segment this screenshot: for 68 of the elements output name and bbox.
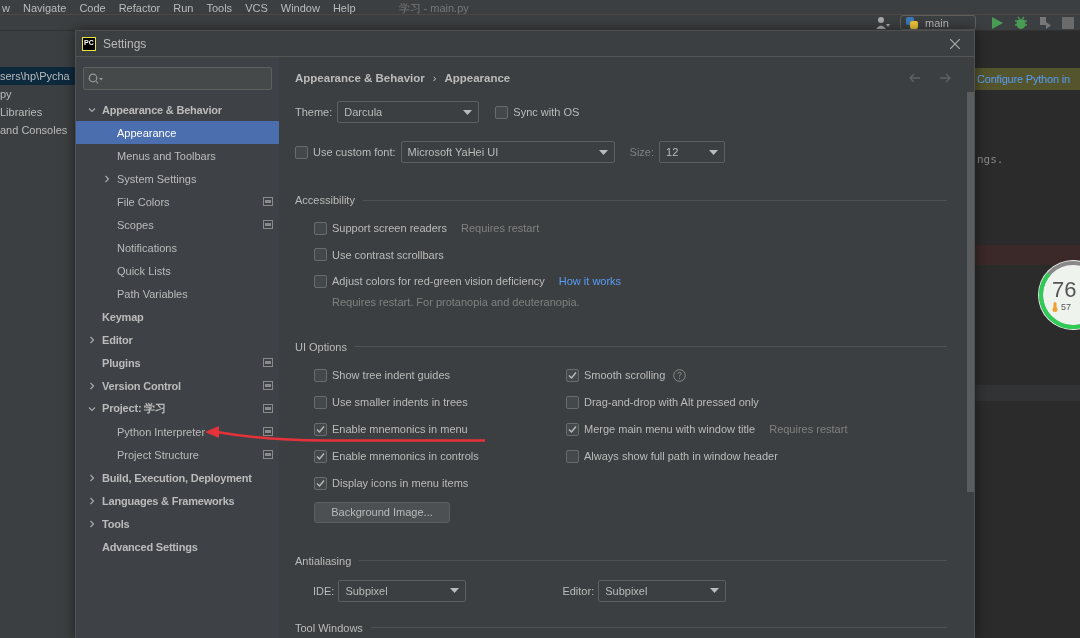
breadcrumb-separator: ›: [432, 72, 437, 84]
tree-item[interactable]: Menus and Toolbars: [76, 144, 279, 167]
tree-item[interactable]: Languages & Frameworks: [76, 489, 279, 512]
option-label: Display icons in menu items: [332, 477, 469, 489]
section-title: Tool Windows: [295, 621, 363, 634]
editor-label: Editor:: [562, 584, 595, 597]
tree-item[interactable]: Appearance & Behavior: [76, 98, 279, 121]
option-label: Merge main menu with window title: [584, 423, 756, 435]
menu-item[interactable]: Navigate: [22, 2, 67, 14]
theme-label: Theme:: [295, 106, 333, 118]
tree-item[interactable]: Version Control: [76, 374, 279, 397]
restart-note: Requires restart: [769, 423, 848, 435]
restart-note: Requires restart: [460, 222, 540, 235]
dialog-title: Settings: [103, 36, 148, 51]
menu-item[interactable]: Tools: [206, 2, 233, 14]
menu-item[interactable]: Code: [79, 2, 106, 14]
option-label: Sync with OS: [513, 106, 580, 118]
configure-interpreter-link[interactable]: Configure Python in: [977, 73, 1070, 85]
tree-item[interactable]: Path Variables: [76, 282, 279, 305]
tree-item[interactable]: Project Structure: [76, 443, 279, 466]
breadcrumb-item: Appearance: [444, 72, 511, 84]
menu-item[interactable]: Window: [280, 2, 320, 14]
option-label: Smooth scrolling: [584, 369, 666, 381]
ide-label: IDE:: [313, 584, 335, 597]
tree-item[interactable]: Keymap: [76, 305, 279, 328]
ide-antialiasing-dropdown[interactable]: Subpixel: [338, 579, 467, 602]
menu-item[interactable]: w: [2, 2, 10, 14]
tree-item[interactable]: Build, Execution, Deployment: [76, 466, 279, 489]
tree-item[interactable]: File Colors: [76, 190, 279, 213]
option-label: Use custom font:: [313, 146, 396, 158]
option-label: Adjust colors for red-green vision deficiency: [332, 275, 545, 288]
theme-dropdown[interactable]: Darcula: [337, 101, 480, 123]
font-dropdown[interactable]: Microsoft YaHei UI: [400, 141, 615, 163]
option-label: Enable mnemonics in menu: [332, 423, 468, 435]
code-line: ngs.: [976, 153, 1005, 168]
menu-item[interactable]: VCS: [245, 2, 268, 14]
editor-antialiasing-dropdown[interactable]: Subpixel: [598, 579, 727, 602]
menu-item[interactable]: Refactor: [118, 2, 161, 14]
option-label: Use smaller indents in trees: [332, 396, 468, 408]
option-label: Enable mnemonics in controls: [332, 450, 479, 462]
hint-text: Requires restart. For protanopia and deuteranopia.: [332, 295, 580, 308]
section-title: Accessibility: [295, 194, 355, 206]
tree-item[interactable]: System Settings: [76, 167, 279, 190]
tree-item[interactable]: Appearance: [76, 121, 279, 144]
section-title: Antialiasing: [295, 554, 352, 567]
tree-item[interactable]: Notifications: [76, 236, 279, 259]
option-label: Always show full path in window header: [584, 450, 778, 462]
option-label: Use contrast scrollbars: [332, 248, 444, 261]
tree-item[interactable]: Scopes: [76, 213, 279, 236]
menu-item[interactable]: Run: [173, 2, 194, 14]
size-label: Size:: [629, 146, 654, 158]
tree-item[interactable]: Project: 学习: [76, 397, 279, 420]
menu-item[interactable]: Help: [332, 2, 356, 14]
option-label: Drag-and-drop with Alt pressed only: [584, 396, 759, 408]
tree-item[interactable]: Tools: [76, 512, 279, 535]
background-image-button[interactable]: Background Image...: [314, 501, 450, 523]
tree-item[interactable]: Python Interpreter: [76, 420, 279, 443]
tree-item[interactable]: Plugins: [76, 351, 279, 374]
breadcrumb-item[interactable]: Appearance & Behavior: [295, 72, 425, 84]
system-monitor-gauge: 76 57: [1038, 260, 1080, 330]
tree-item[interactable]: Editor: [76, 328, 279, 351]
size-field[interactable]: 12: [659, 141, 725, 163]
option-label: Show tree indent guides: [332, 369, 451, 381]
tree-item[interactable]: Advanced Settings: [76, 535, 279, 558]
section-title: UI Options: [295, 340, 347, 353]
tree-item[interactable]: Quick Lists: [76, 259, 279, 282]
option-label: Support screen readers: [332, 222, 447, 235]
how-it-works-link[interactable]: How it works: [558, 275, 622, 288]
